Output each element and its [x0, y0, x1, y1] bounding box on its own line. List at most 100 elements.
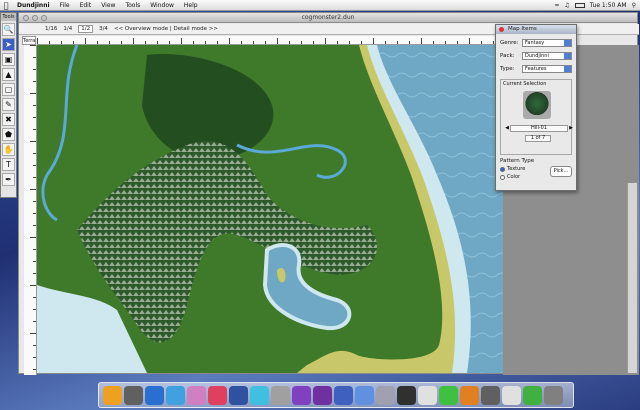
minimize-window-button[interactable] [32, 15, 38, 21]
polygon-tool-icon[interactable]: ⬟ [2, 128, 15, 141]
pencil-tool-icon[interactable]: ✎ [2, 98, 15, 111]
mode-1-4[interactable]: 1/4 [63, 26, 72, 32]
ruler-tick [361, 41, 362, 44]
magnify-tool-icon[interactable]: 🔍 [2, 23, 15, 36]
type-select[interactable]: Features [522, 65, 572, 73]
window-titlebar[interactable]: cogmonster2.dun [19, 13, 637, 23]
menu-tools[interactable]: Tools [120, 0, 145, 11]
window-controls [23, 15, 47, 21]
ruler-tick [33, 261, 36, 262]
mode-toggle[interactable]: << Overview mode | Detail mode >> [114, 26, 218, 32]
panel-titlebar[interactable]: Map Items [496, 25, 576, 34]
dock-app-icon[interactable] [250, 385, 269, 405]
pick-button[interactable]: Pick... [550, 166, 572, 177]
dock-app-icon[interactable] [460, 385, 479, 405]
dock-app-icon[interactable] [229, 385, 248, 405]
item-name: Hill-01 [510, 124, 568, 132]
chevron-down-icon [564, 53, 571, 59]
texture-radio[interactable]: Texture [500, 166, 550, 172]
dock-app-icon[interactable] [166, 385, 185, 405]
clock[interactable]: Tue 1:50 AM [590, 2, 627, 9]
dock-app-icon[interactable] [145, 385, 164, 405]
mode-3-4[interactable]: 3/4 [99, 26, 108, 32]
dock-app-icon[interactable] [397, 385, 416, 405]
menu-file[interactable]: File [55, 0, 75, 11]
dock-app-icon[interactable] [355, 385, 374, 405]
window-title: cogmonster2.dun [301, 14, 355, 21]
fill-tool-icon[interactable]: ▲ [2, 68, 15, 81]
menu-edit[interactable]: Edit [75, 0, 97, 11]
radio-unselected-icon [500, 174, 505, 180]
ruler-tick [73, 41, 74, 44]
menu-help[interactable]: Help [179, 0, 203, 11]
dock-app-icon[interactable] [481, 385, 500, 405]
menu-window[interactable]: Window [145, 0, 179, 11]
dock-app-icon[interactable] [103, 385, 122, 405]
text-tool-icon[interactable]: T [2, 158, 15, 171]
genre-select[interactable]: Fantasy [522, 39, 572, 47]
next-item-arrow-icon[interactable]: ▶ [568, 125, 574, 131]
ruler-tick [30, 93, 36, 94]
dock-app-icon[interactable] [208, 385, 227, 405]
current-selection-box: Current Selection ◀ Hill-01 ▶ 1 of 7 [500, 79, 574, 155]
ruler-tick [33, 357, 36, 358]
dock-app-icon[interactable] [439, 385, 458, 405]
eyedropper-tool-icon[interactable]: ✒ [2, 173, 15, 186]
map-items-panel: Map Items Genre: Fantasy Pack: Dundjinni… [495, 24, 577, 191]
ruler-tick [349, 41, 350, 44]
selected-item-thumbnail[interactable] [523, 91, 551, 119]
dock-app-icon[interactable] [523, 385, 542, 405]
pack-value: Dundjinni [525, 53, 549, 59]
close-panel-icon[interactable] [499, 27, 504, 32]
ruler-tick [241, 41, 242, 44]
volume-icon[interactable]: ♫ [564, 2, 569, 9]
ruler-tick [229, 38, 230, 44]
ruler-tick [397, 41, 398, 44]
menu-view[interactable]: View [96, 0, 120, 11]
dock-app-icon[interactable] [292, 385, 311, 405]
map-canvas[interactable] [37, 45, 503, 373]
type-label: Type: [500, 66, 515, 72]
eraser-tool-icon[interactable]: ✖ [2, 113, 15, 126]
close-window-button[interactable] [23, 15, 29, 21]
ruler-tick [145, 41, 146, 44]
dock-app-icon[interactable] [418, 385, 437, 405]
ruler-tick [33, 177, 36, 178]
dock-app-icon[interactable] [544, 385, 563, 405]
dock-app-icon[interactable] [187, 385, 206, 405]
apple-icon[interactable]:  [0, 1, 12, 10]
pack-select[interactable]: Dundjinni [522, 52, 572, 60]
menu-app-name[interactable]: Dundjinni [12, 0, 55, 11]
dock-app-icon[interactable] [502, 385, 521, 405]
ruler-tick [33, 57, 36, 58]
ruler-tick [33, 345, 36, 346]
stamp-tool-icon[interactable]: ▣ [2, 53, 15, 66]
ruler-tick [277, 38, 278, 44]
dock-app-icon[interactable] [313, 385, 332, 405]
chevron-down-icon [564, 66, 571, 72]
ruler-tick [49, 41, 50, 44]
mode-1-16[interactable]: 1/16 [45, 26, 57, 32]
color-radio[interactable]: Color [500, 174, 550, 180]
hand-tool-icon[interactable]: ✋ [2, 143, 15, 156]
mode-1-2[interactable]: 1/2 [78, 25, 94, 33]
wifi-icon[interactable]: ≈ [554, 2, 559, 9]
ruler-tick [493, 41, 494, 44]
select-tool-icon[interactable]: ➤ [2, 38, 15, 51]
rectangle-tool-icon[interactable]: ▢ [2, 83, 15, 96]
layer-tab[interactable]: Terra [22, 36, 36, 45]
item-count: 1 of 7 [525, 135, 551, 142]
spotlight-icon[interactable]: ⚲ [632, 2, 636, 9]
ruler-tick [253, 41, 254, 44]
zoom-window-button[interactable] [41, 15, 47, 21]
radio-selected-icon [500, 166, 505, 172]
dock-app-icon[interactable] [334, 385, 353, 405]
battery-icon[interactable] [574, 2, 585, 8]
ruler-tick [33, 129, 36, 130]
dock-app-icon[interactable] [271, 385, 290, 405]
dock-app-icon[interactable] [124, 385, 143, 405]
vertical-scrollbar[interactable] [627, 183, 637, 373]
ruler-tick [373, 38, 374, 44]
top-ruler [37, 36, 501, 45]
dock-app-icon[interactable] [376, 385, 395, 405]
